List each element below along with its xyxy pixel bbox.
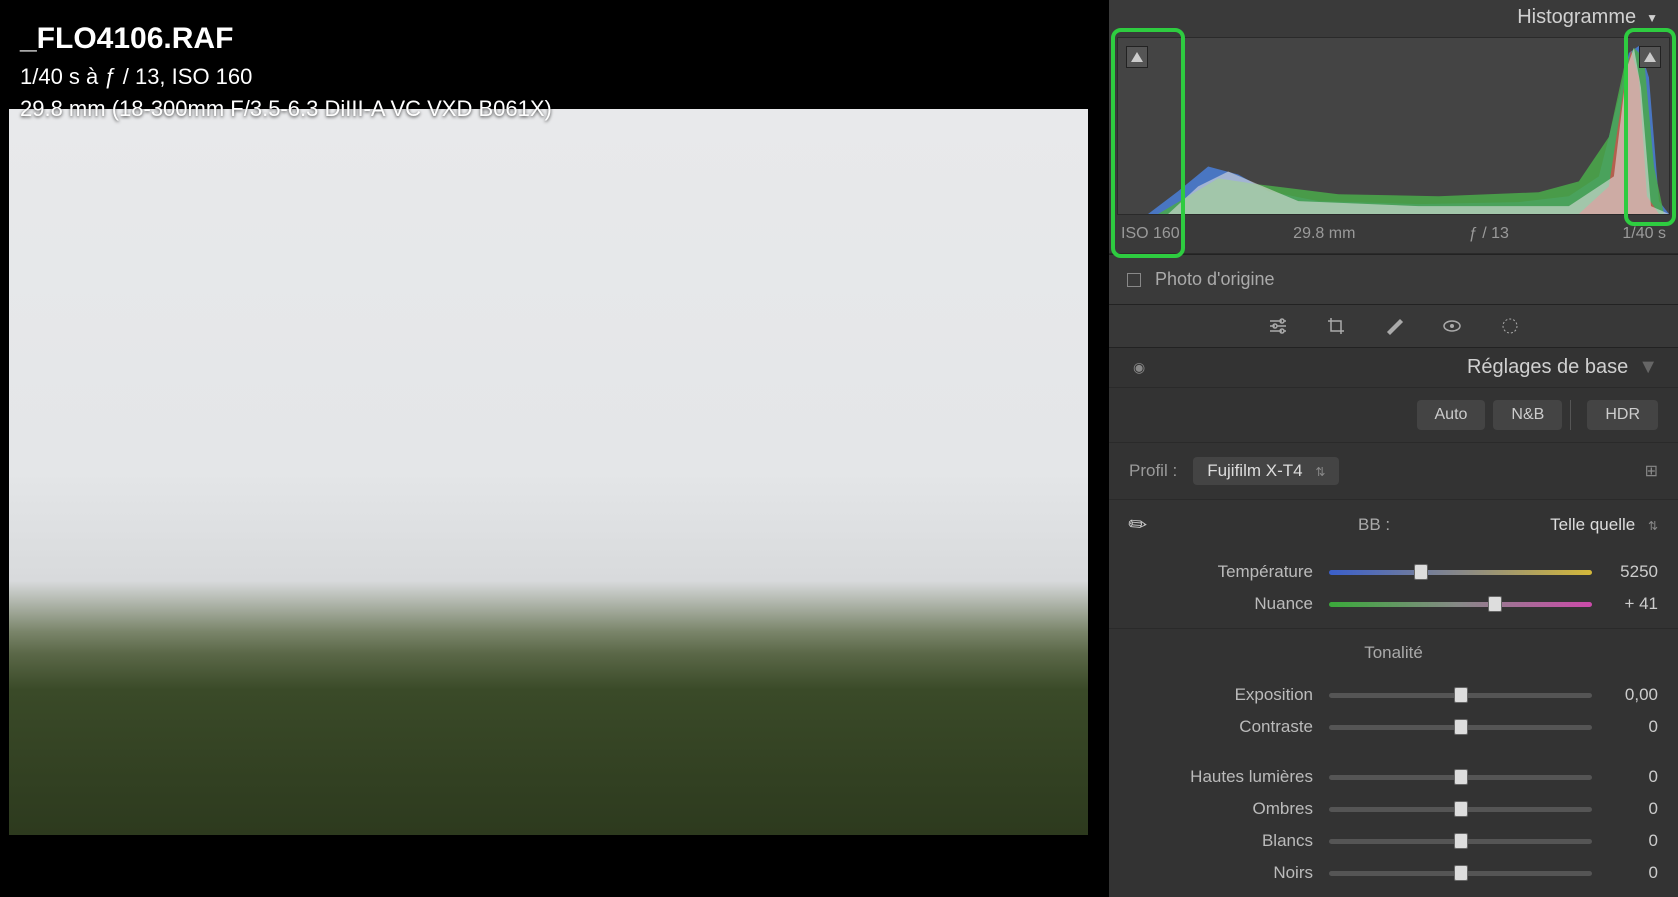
eyedropper-tool-icon[interactable]: ✎ [1123, 509, 1154, 541]
image-exposure-info: 1/40 s à ƒ / 13, ISO 160 [20, 64, 552, 90]
original-photo-label: Photo d'origine [1155, 269, 1275, 290]
slider-thumb[interactable] [1454, 769, 1468, 785]
temperature-slider[interactable] [1329, 562, 1592, 582]
shadow-clip-indicator[interactable] [1126, 46, 1148, 68]
profile-label: Profil : [1129, 461, 1177, 481]
histo-iso: ISO 160 [1121, 225, 1180, 243]
shadows-label: Ombres [1129, 799, 1329, 819]
profile-value: Fujifilm X-T4 [1207, 461, 1302, 480]
divider [1570, 400, 1571, 430]
highlights-slider[interactable] [1329, 767, 1592, 787]
exposure-slider[interactable] [1329, 685, 1592, 705]
white-balance-section: ✎ BB : Telle quelle ⇅ Température 5250 N… [1109, 499, 1678, 628]
develop-panel: Histogramme ▼ ISO 160 29.8 mm ƒ / 13 1/4… [1109, 0, 1678, 873]
exposure-label: Exposition [1129, 685, 1329, 705]
highlights-value[interactable]: 0 [1592, 767, 1658, 787]
shadows-slider[interactable] [1329, 799, 1592, 819]
wb-preset-value: Telle quelle [1550, 515, 1635, 534]
hdr-button[interactable]: HDR [1587, 400, 1658, 430]
crop-tool-icon[interactable] [1325, 315, 1347, 337]
tone-section: Tonalité Exposition 0,00 Contraste 0 Hau… [1109, 628, 1678, 897]
collapse-triangle-icon: ▼ [1646, 11, 1658, 25]
histo-aperture: ƒ / 13 [1469, 225, 1509, 243]
blacks-slider[interactable] [1329, 863, 1592, 883]
bw-button[interactable]: N&B [1493, 400, 1562, 430]
blacks-slider-row: Noirs 0 [1129, 857, 1658, 889]
highlight-clip-indicator[interactable] [1639, 46, 1661, 68]
profile-browser-icon[interactable]: ⊞ [1645, 461, 1658, 481]
photo-preview[interactable] [9, 109, 1088, 835]
image-info-overlay: _FLO4106.RAF 1/40 s à ƒ / 13, ISO 160 29… [20, 22, 552, 122]
tint-label: Nuance [1129, 594, 1329, 614]
blacks-label: Noirs [1129, 863, 1329, 883]
collapse-triangle-icon: ▼ [1638, 356, 1658, 379]
profile-dropdown[interactable]: Fujifilm X-T4 ⇅ [1193, 457, 1339, 485]
wb-preset-dropdown[interactable]: Telle quelle ⇅ [1550, 515, 1658, 535]
shadows-slider-row: Ombres 0 [1129, 793, 1658, 825]
redeye-tool-icon[interactable] [1441, 315, 1463, 337]
contrast-label: Contraste [1129, 717, 1329, 737]
histo-shutter: 1/40 s [1622, 225, 1666, 243]
slider-thumb[interactable] [1454, 719, 1468, 735]
basic-settings-header[interactable]: ◉ Réglages de base ▼ [1109, 348, 1678, 388]
auto-button[interactable]: Auto [1417, 400, 1486, 430]
slider-thumb[interactable] [1414, 564, 1428, 580]
whites-value[interactable]: 0 [1592, 831, 1658, 851]
visibility-eye-icon[interactable]: ◉ [1133, 359, 1145, 376]
tint-value[interactable]: + 41 [1592, 594, 1658, 614]
tint-slider[interactable] [1329, 594, 1592, 614]
wb-label: BB : [1358, 515, 1390, 535]
tint-slider-row: Nuance + 41 [1129, 588, 1658, 620]
histogram-curves [1118, 38, 1669, 214]
histogram-display[interactable] [1117, 37, 1670, 215]
contrast-slider-row: Contraste 0 [1129, 711, 1658, 743]
treatment-mode-buttons: Auto N&B HDR [1109, 388, 1678, 442]
shadows-value[interactable]: 0 [1592, 799, 1658, 819]
tone-section-title: Tonalité [1129, 643, 1658, 663]
blacks-value[interactable]: 0 [1592, 863, 1658, 883]
heal-tool-icon[interactable] [1383, 315, 1405, 337]
whites-slider[interactable] [1329, 831, 1592, 851]
slider-thumb[interactable] [1488, 596, 1502, 612]
slider-thumb[interactable] [1454, 833, 1468, 849]
sliders-tool-icon[interactable] [1267, 315, 1289, 337]
updown-icon: ⇅ [1648, 519, 1658, 533]
edit-toolbar [1109, 305, 1678, 348]
image-preview-area: _FLO4106.RAF 1/40 s à ƒ / 13, ISO 160 29… [0, 0, 1109, 873]
slider-thumb[interactable] [1454, 865, 1468, 881]
histogram-metadata: ISO 160 29.8 mm ƒ / 13 1/40 s [1109, 219, 1678, 253]
contrast-value[interactable]: 0 [1592, 717, 1658, 737]
histogram-section: Histogramme ▼ ISO 160 29.8 mm ƒ / 13 1/4… [1109, 0, 1678, 254]
slider-thumb[interactable] [1454, 801, 1468, 817]
temperature-value[interactable]: 5250 [1592, 562, 1658, 582]
contrast-slider[interactable] [1329, 717, 1592, 737]
updown-icon: ⇅ [1315, 465, 1325, 479]
image-lens-info: 29.8 mm (18-300mm F/3.5-6.3 DiIII-A VC V… [20, 96, 552, 122]
histogram-header[interactable]: Histogramme ▼ [1109, 0, 1678, 33]
image-filename: _FLO4106.RAF [20, 22, 552, 56]
mask-tool-icon[interactable] [1499, 315, 1521, 337]
histo-focal: 29.8 mm [1293, 225, 1355, 243]
temperature-slider-row: Température 5250 [1129, 556, 1658, 588]
whites-slider-row: Blancs 0 [1129, 825, 1658, 857]
exposure-value[interactable]: 0,00 [1592, 685, 1658, 705]
basic-settings-title: Réglages de base [1467, 356, 1628, 379]
profile-row: Profil : Fujifilm X-T4 ⇅ ⊞ [1109, 442, 1678, 499]
whites-label: Blancs [1129, 831, 1329, 851]
temperature-label: Température [1129, 562, 1329, 582]
highlights-label: Hautes lumières [1129, 767, 1329, 787]
checkbox-icon[interactable] [1127, 273, 1141, 287]
slider-thumb[interactable] [1454, 687, 1468, 703]
original-photo-row[interactable]: Photo d'origine [1109, 254, 1678, 305]
highlights-slider-row: Hautes lumières 0 [1129, 761, 1658, 793]
histogram-title: Histogramme [1517, 6, 1636, 29]
exposure-slider-row: Exposition 0,00 [1129, 679, 1658, 711]
